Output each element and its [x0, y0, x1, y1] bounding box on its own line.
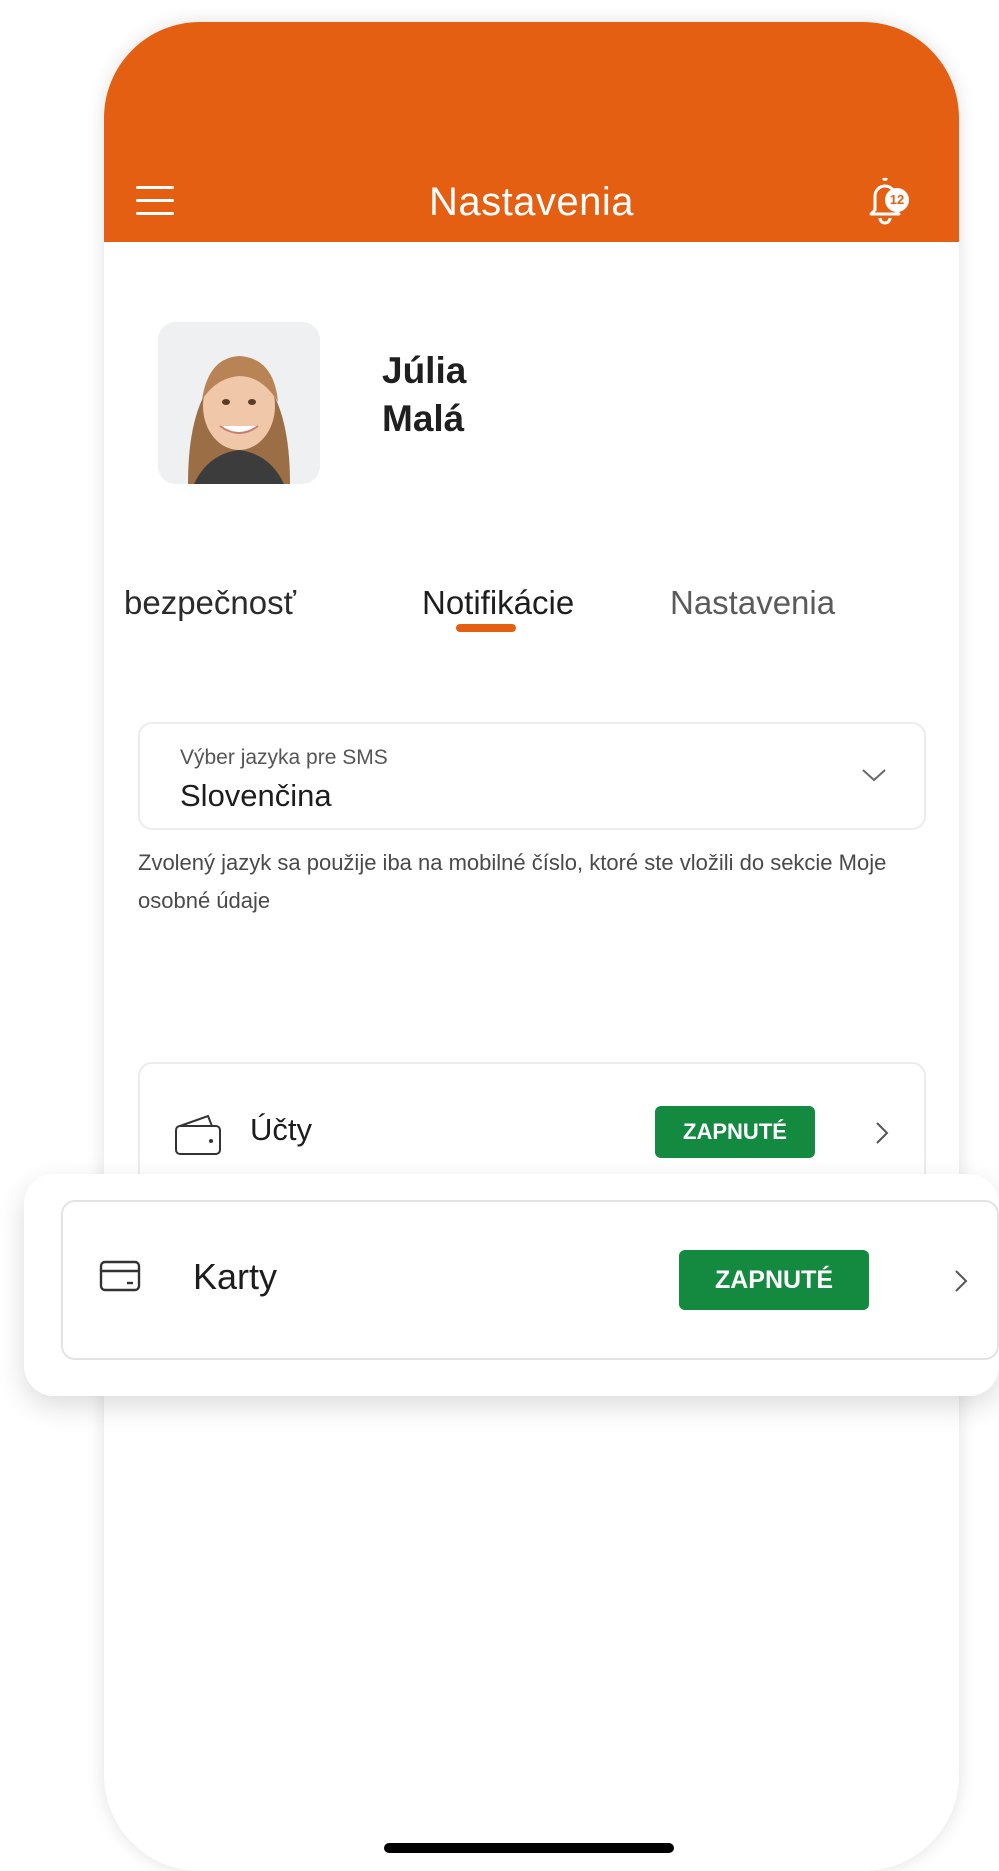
cards-label: Karty — [193, 1256, 278, 1297]
sms-language-select[interactable]: Výber jazyka pre SMS Slovenčina — [138, 722, 926, 830]
cards-row-highlight: Karty ZAPNUTÉ — [24, 1174, 999, 1396]
notifications-button[interactable]: 12 — [859, 174, 911, 226]
chevron-right-icon — [876, 1122, 889, 1144]
user-first-name: Júlia — [382, 350, 467, 391]
chevron-down-icon — [862, 769, 886, 782]
sms-language-value: Slovenčina — [180, 778, 332, 813]
tab-notifications[interactable]: Notifikácie — [422, 584, 574, 622]
profile-photo — [158, 322, 320, 484]
cards-row[interactable]: Karty ZAPNUTÉ — [61, 1200, 999, 1360]
active-tab-indicator — [456, 624, 516, 632]
sms-language-label: Výber jazyka pre SMS — [180, 746, 388, 769]
credit-card-icon — [99, 1260, 141, 1292]
accounts-label: Účty — [250, 1112, 312, 1147]
phone-screen: Nastavenia 12 Júlia Malá bezpečnosť Noti… — [104, 22, 959, 1871]
cards-status-badge: ZAPNUTÉ — [679, 1250, 869, 1310]
page-title: Nastavenia — [428, 180, 635, 224]
wallet-icon — [175, 1114, 221, 1155]
notification-count-badge: 12 — [885, 188, 909, 212]
tab-security[interactable]: bezpečnosť — [124, 584, 296, 622]
tab-settings[interactable]: Nastavenia — [670, 584, 835, 622]
chevron-right-icon — [955, 1270, 968, 1292]
sms-language-hint: Zvolený jazyk sa použije iba na mobilné … — [138, 850, 887, 913]
home-indicator — [384, 1843, 674, 1853]
settings-tabs: bezpečnosť Notifikácie Nastavenia — [104, 584, 959, 674]
user-name: Júlia Malá — [382, 347, 466, 443]
accounts-status-badge: ZAPNUTÉ — [655, 1106, 815, 1158]
avatar — [158, 322, 320, 484]
user-last-name: Malá — [382, 398, 465, 439]
app-header: Nastavenia 12 — [104, 22, 959, 242]
